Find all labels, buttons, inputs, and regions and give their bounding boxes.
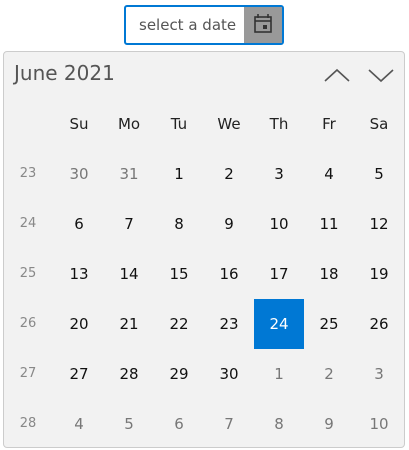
day-cell[interactable]: 19	[354, 249, 404, 299]
day-cell[interactable]: 9	[204, 199, 254, 249]
day-cell-selected[interactable]: 24	[254, 299, 304, 349]
day-of-week-tu: Tu	[170, 115, 188, 133]
day-cell[interactable]: 23	[204, 299, 254, 349]
chevron-down-icon[interactable]	[366, 64, 396, 86]
day-cell[interactable]: 14	[104, 249, 154, 299]
day-cell[interactable]: 3	[354, 349, 404, 399]
day-cell[interactable]: 2	[304, 349, 354, 399]
day-cell[interactable]: 16	[204, 249, 254, 299]
week-number: 23	[19, 166, 37, 181]
day-cell[interactable]: 4	[304, 149, 354, 199]
date-input[interactable]: select a date	[124, 5, 284, 45]
day-cell[interactable]: 30	[54, 149, 104, 199]
day-cell[interactable]: 8	[254, 399, 304, 449]
day-cell[interactable]: 28	[104, 349, 154, 399]
week-number: 24	[19, 216, 37, 231]
day-cell[interactable]: 1	[154, 149, 204, 199]
day-of-week-sa: Sa	[369, 115, 389, 133]
day-cell[interactable]: 26	[354, 299, 404, 349]
day-cell[interactable]: 22	[154, 299, 204, 349]
chevron-up-icon[interactable]	[322, 64, 352, 86]
day-cell[interactable]: 12	[354, 199, 404, 249]
day-of-week-fr: Fr	[322, 115, 336, 133]
day-of-week-mo: Mo	[117, 115, 141, 133]
week-number: 26	[19, 316, 37, 331]
day-cell[interactable]: 5	[354, 149, 404, 199]
day-cell[interactable]: 18	[304, 249, 354, 299]
day-cell[interactable]: 9	[304, 399, 354, 449]
day-cell[interactable]: 13	[54, 249, 104, 299]
day-cell[interactable]: 2	[204, 149, 254, 199]
day-cell[interactable]: 10	[254, 199, 304, 249]
day-cell[interactable]: 5	[104, 399, 154, 449]
day-cell[interactable]: 8	[154, 199, 204, 249]
day-cell[interactable]: 29	[154, 349, 204, 399]
day-of-week-su: Su	[69, 115, 89, 133]
day-cell[interactable]: 6	[154, 399, 204, 449]
week-number: 28	[19, 416, 37, 431]
day-cell[interactable]: 4	[54, 399, 104, 449]
day-cell[interactable]: 10	[354, 399, 404, 449]
date-input-placeholder: select a date	[139, 16, 237, 34]
day-cell[interactable]: 30	[204, 349, 254, 399]
day-cell[interactable]: 15	[154, 249, 204, 299]
calendar-icon	[254, 14, 272, 33]
day-cell[interactable]: 17	[254, 249, 304, 299]
day-cell[interactable]: 3	[254, 149, 304, 199]
day-cell[interactable]: 7	[204, 399, 254, 449]
day-cell[interactable]: 11	[304, 199, 354, 249]
day-of-week-we: We	[217, 115, 241, 133]
calendar-button[interactable]	[244, 7, 282, 43]
day-cell[interactable]: 1	[254, 349, 304, 399]
day-cell[interactable]: 21	[104, 299, 154, 349]
week-number: 25	[19, 266, 37, 281]
day-cell[interactable]: 20	[54, 299, 104, 349]
day-cell[interactable]: 7	[104, 199, 154, 249]
day-cell[interactable]: 31	[104, 149, 154, 199]
day-cell[interactable]: 6	[54, 199, 104, 249]
month-year-title[interactable]: June 2021	[14, 61, 115, 85]
day-cell[interactable]: 25	[304, 299, 354, 349]
calendar-popup: June 2021 Su Mo Tu We Th Fr Sa 23 30 31 1 2 3 4 5 24 6 7 8…	[3, 51, 405, 448]
day-cell[interactable]: 27	[54, 349, 104, 399]
week-number: 27	[19, 366, 37, 381]
day-of-week-th: Th	[269, 115, 289, 133]
